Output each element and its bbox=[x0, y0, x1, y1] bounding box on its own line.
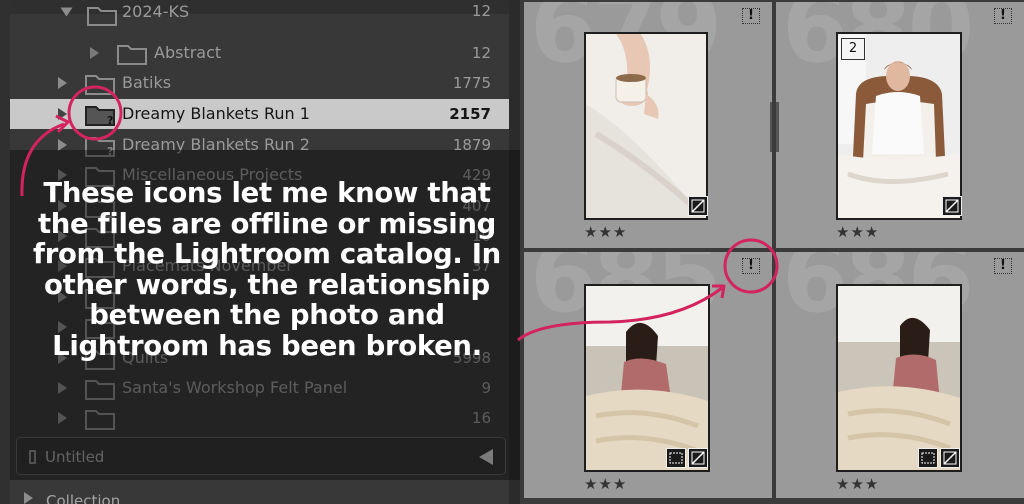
caption-text: These icons let me know that the files a… bbox=[33, 177, 501, 362]
missing-file-icon[interactable]: ! bbox=[994, 258, 1012, 274]
missing-file-icon[interactable]: ! bbox=[742, 258, 760, 274]
folder-name: 2024-KS bbox=[122, 2, 190, 21]
crop-icon bbox=[918, 448, 938, 468]
folder-row-batiks[interactable]: Batiks 1775 bbox=[10, 68, 509, 98]
cell-edge-mark bbox=[776, 102, 779, 152]
folder-count: 1775 bbox=[452, 74, 491, 92]
develop-adjustment-icon bbox=[940, 448, 960, 468]
folder-icon bbox=[117, 45, 147, 65]
photo-woman-couch bbox=[838, 286, 960, 470]
folder-row-dreamy-blankets-run-1[interactable]: ? Dreamy Blankets Run 1 2157 bbox=[10, 99, 509, 129]
develop-adjustment-icon bbox=[688, 196, 708, 216]
photo-grid: 679 ! ★★★ 680 ! bbox=[520, 0, 1024, 504]
grid-cell-685[interactable]: 685 ! ★★★ bbox=[524, 252, 772, 498]
panel-scrollbar[interactable] bbox=[0, 0, 10, 504]
folder-name: Dreamy Blankets Run 1 bbox=[122, 104, 310, 123]
collections-panel-header[interactable]: Collection bbox=[10, 488, 509, 504]
missing-folder-icon: ? bbox=[85, 106, 115, 127]
folder-name: Abstract bbox=[154, 43, 222, 62]
develop-adjustment-icon bbox=[942, 196, 962, 216]
photo-hands-mug bbox=[586, 34, 706, 218]
collapsed-triangle-icon[interactable] bbox=[90, 47, 99, 59]
folder-count: 12 bbox=[471, 44, 491, 62]
grid-cell-680[interactable]: 680 ! 2 ★★★ bbox=[776, 2, 1024, 248]
photo-thumbnail[interactable] bbox=[836, 32, 962, 220]
folder-name: Batiks bbox=[122, 73, 172, 92]
develop-adjustment-icon bbox=[688, 448, 708, 468]
photo-thumbnail[interactable] bbox=[584, 284, 710, 472]
photo-thumbnail[interactable] bbox=[836, 284, 962, 472]
folder-icon bbox=[87, 7, 117, 26]
star-rating[interactable]: ★★★ bbox=[836, 475, 879, 493]
folder-row-abstract[interactable]: Abstract 12 bbox=[10, 38, 509, 68]
collapsed-triangle-icon[interactable] bbox=[58, 108, 67, 120]
photo-woman-armchair bbox=[838, 34, 960, 218]
star-rating[interactable]: ★★★ bbox=[836, 223, 879, 241]
photo-thumbnail[interactable] bbox=[584, 32, 708, 220]
folder-row-2024-ks[interactable]: 2024-KS 12 bbox=[10, 2, 509, 32]
svg-text:?: ? bbox=[107, 114, 113, 127]
missing-file-icon[interactable]: ! bbox=[742, 8, 760, 24]
grid-cell-686[interactable]: 686 ! ★★★ bbox=[776, 252, 1024, 498]
grid-cell-679[interactable]: 679 ! ★★★ bbox=[524, 2, 772, 248]
folder-icon bbox=[85, 75, 115, 95]
collapsed-triangle-icon[interactable] bbox=[58, 77, 67, 89]
expanded-triangle-icon[interactable] bbox=[60, 7, 73, 17]
cell-edge-mark bbox=[770, 102, 772, 152]
star-rating[interactable]: ★★★ bbox=[584, 475, 627, 493]
collapsed-triangle-icon[interactable] bbox=[24, 492, 33, 504]
stack-count-badge[interactable]: 2 bbox=[841, 38, 865, 60]
collections-label: Collection bbox=[46, 492, 121, 504]
folder-count: 12 bbox=[471, 2, 491, 20]
star-rating[interactable]: ★★★ bbox=[584, 223, 627, 241]
crop-icon bbox=[666, 448, 686, 468]
folder-count: 2157 bbox=[449, 105, 491, 123]
photo-woman-couch bbox=[586, 286, 708, 470]
missing-file-icon[interactable]: ! bbox=[994, 8, 1012, 24]
